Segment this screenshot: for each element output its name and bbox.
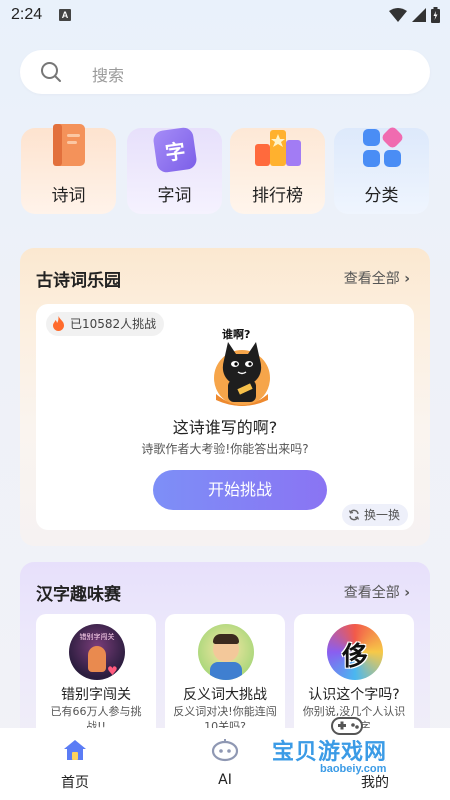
robot-icon (211, 739, 239, 762)
hanzi-section: 汉字趣味赛 查看全部 › 错别字闯关 ♥ 错别字闯关 已有66万人参与挑战!! … (20, 562, 430, 742)
poetry-section: 古诗词乐园 查看全部 › 已10582人挑战 谁啊? 这诗谁写的啊? 诗歌作者大… (20, 248, 430, 546)
game-thumb-recognize-glyph: 侈 (341, 642, 368, 672)
quiz-question: 这诗谁写的啊? (172, 418, 278, 437)
home-icon (64, 740, 86, 760)
refresh-icon (348, 509, 360, 521)
watermark-logo: 宝贝游戏网 baobeiy.com (272, 717, 442, 782)
status-time: 2:24 (11, 6, 43, 23)
nav-home[interactable]: 首页 (0, 728, 150, 800)
category-words[interactable]: 字 字词 (127, 126, 222, 214)
game-thumb-typo: 错别字闯关 ♥ (69, 624, 125, 680)
hanzi-see-all-label: 查看全部 (343, 585, 400, 601)
watermark-url: baobeiy.com (320, 763, 387, 775)
flame-icon (53, 316, 64, 331)
category-poetry[interactable]: 诗词 (21, 124, 116, 214)
hanzi-see-all-link[interactable]: 查看全部 › (344, 582, 410, 602)
character-card-icon: 字 (151, 126, 198, 174)
status-icons (389, 7, 440, 23)
game-card-antonym[interactable]: 反义词大挑战 反义词对决!你能连闯10关吗? (165, 614, 285, 742)
nav-home-label: 首页 (61, 775, 89, 791)
game-thumb-recognize: 侈 (327, 624, 383, 680)
watermark-text: 宝贝游戏网 (272, 740, 388, 765)
wifi-icon (389, 8, 407, 22)
challenge-count-text: 已10582人挑战 (70, 317, 157, 331)
category-poetry-label: 诗词 (51, 186, 86, 206)
refresh-label: 换一换 (363, 508, 400, 522)
mascot-speech-bubble: 谁啊? (222, 328, 251, 341)
game-thumb-typo-heart-icon: ♥ (107, 664, 118, 678)
category-ranking[interactable]: 排行榜 (230, 128, 325, 214)
poetry-quiz-card: 已10582人挑战 谁啊? 这诗谁写的啊? 诗歌作者大考验!你能答出来吗? 开始… (36, 304, 414, 530)
character-card-glyph: 字 (163, 138, 187, 166)
category-classify[interactable]: 分类 (334, 127, 429, 214)
category-words-label: 字词 (157, 186, 192, 206)
game-thumb-typo-figure (88, 646, 106, 672)
chevron-right-icon: › (404, 585, 410, 601)
category-classify-label: 分类 (364, 186, 399, 206)
challenge-count-badge: 已10582人挑战 (46, 312, 165, 336)
poetry-section-title: 古诗词乐园 (36, 271, 121, 291)
podium-icon (254, 130, 301, 166)
signal-icon (412, 8, 426, 22)
chevron-right-icon: › (404, 271, 410, 287)
battery-icon (431, 7, 440, 23)
start-challenge-button[interactable]: 开始挑战 (153, 470, 327, 510)
search-placeholder: 搜索 (92, 66, 125, 85)
status-bar: 2:24 A (0, 0, 450, 32)
search-icon (41, 62, 61, 82)
game-title-typo: 错别字闯关 (61, 687, 131, 703)
book-icon (52, 124, 85, 166)
refresh-button[interactable]: 换一换 (341, 504, 408, 526)
game-title-antonym: 反义词大挑战 (183, 687, 267, 703)
cat-mascot-image (214, 342, 270, 406)
grid-category-icon (362, 127, 402, 167)
search-input[interactable]: 搜索 (20, 50, 430, 94)
game-thumb-antonym-hair (213, 634, 239, 644)
poetry-see-all-link[interactable]: 查看全部 › (344, 268, 410, 288)
game-thumb-antonym-body (210, 662, 242, 680)
category-ranking-label: 排行榜 (252, 186, 303, 206)
game-thumb-antonym (198, 624, 254, 680)
quiz-subtitle: 诗歌作者大考验!你能答出来吗? (141, 442, 309, 456)
game-title-recognize: 认识这个字吗? (308, 687, 400, 703)
notification-a-icon: A (59, 9, 71, 21)
game-card-typo[interactable]: 错别字闯关 ♥ 错别字闯关 已有66万人参与挑战!! (36, 614, 156, 742)
poetry-see-all-label: 查看全部 (343, 271, 400, 287)
hanzi-section-title: 汉字趣味赛 (36, 585, 121, 605)
game-thumb-typo-text: 错别字闯关 (79, 633, 115, 641)
